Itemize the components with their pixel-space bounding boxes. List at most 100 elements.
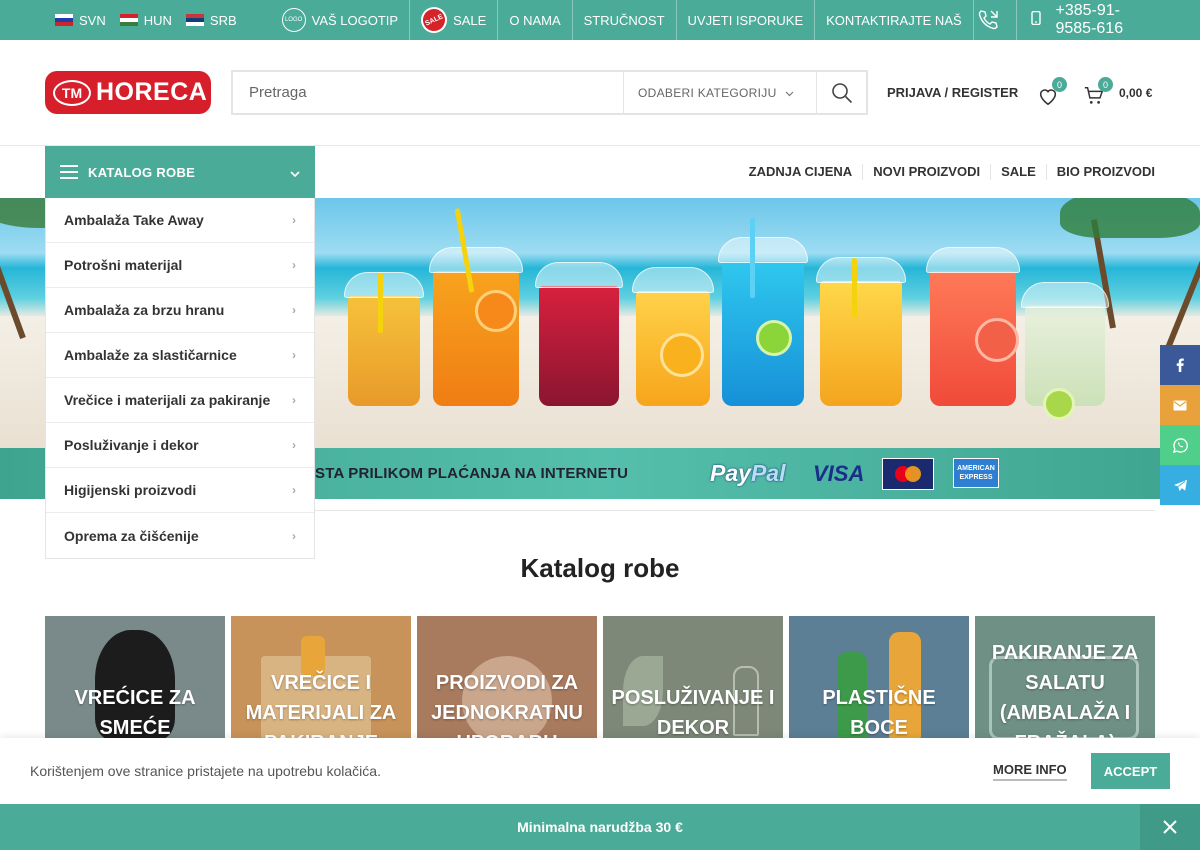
chevron-right-icon: › <box>292 528 296 543</box>
main-nav-zadnja-cijena[interactable]: ZADNJA CIJENA <box>739 164 863 180</box>
category-tile-label: VREĆICE ZA SMEĆE <box>74 687 196 739</box>
drink-cup <box>535 262 623 406</box>
close-button[interactable] <box>1140 804 1200 850</box>
chevron-down-icon <box>785 86 794 100</box>
telegram-button[interactable] <box>1160 465 1200 505</box>
category-tile-label: PLASTIČNE BOCE <box>822 687 936 739</box>
min-order-bar: Minimalna narudžba 30 € <box>0 804 1200 850</box>
category-tile-label: VREČICE I MATERIJALI ZA PAKIRANJE <box>245 672 397 740</box>
search-button[interactable] <box>816 72 866 113</box>
cart-total[interactable]: 0,00 € <box>1119 86 1152 100</box>
cart-button[interactable]: 0 <box>1083 77 1113 107</box>
phone-area: +385-91-9585-616 <box>974 0 1140 40</box>
payment-text: STA PRILIKOM PLAĆANJA NA INTERNETU <box>315 465 629 482</box>
category-tile[interactable]: VREČICE I MATERIJALI ZA PAKIRANJE <box>231 616 411 740</box>
catalog-dropdown-toggle[interactable]: KATALOG ROBE <box>45 146 315 198</box>
palm-leaves <box>1060 198 1200 238</box>
login-register-link[interactable]: PRIJAVA / REGISTER <box>887 85 1018 100</box>
chevron-right-icon: › <box>292 213 296 227</box>
catalog-item-label: Higijenski proizvodi <box>64 482 197 498</box>
chevron-right-icon: › <box>292 258 296 272</box>
min-order-text: Minimalna narudžba 30 € <box>517 819 683 835</box>
search-icon <box>831 82 852 103</box>
logo-word: HORECA <box>96 78 208 106</box>
category-tile-label: PAKIRANJE ZA SALATU (AMBALAŽA I FRAŽALA) <box>991 642 1139 740</box>
catalog-item[interactable]: Higijenski proizvodi › <box>46 468 314 513</box>
category-tile[interactable]: PROIZVODI ZA JEDNOKRATNU UPORABU <box>417 616 597 740</box>
logo-tm: TM <box>53 79 91 106</box>
category-tile-label: PROIZVODI ZA JEDNOKRATNU UPORABU <box>431 672 583 740</box>
top-nav-sale[interactable]: SALE SALE <box>410 0 499 40</box>
logo-badge-icon: LOGO <box>281 8 306 32</box>
catalog-item[interactable]: Posluživanje i dekor › <box>46 423 314 468</box>
telegram-icon <box>1173 479 1187 491</box>
language-label: SVN <box>79 12 106 28</box>
catalog-item[interactable]: Ambalaže za slastičarnice › <box>46 333 314 378</box>
catalog-item[interactable]: Ambalaža Take Away › <box>46 198 314 243</box>
top-nav-strucnost[interactable]: STRUČNOST <box>573 0 677 40</box>
search-input[interactable] <box>233 72 623 113</box>
main-nav-bio-proizvodi[interactable]: BIO PROIZVODI <box>1045 164 1155 180</box>
catalog-item[interactable]: Ambalaža za brzu hranu › <box>46 288 314 333</box>
catalog-item-label: Potrošni materijal <box>64 257 183 273</box>
whatsapp-button[interactable] <box>1160 425 1200 465</box>
category-select[interactable]: ODABERI KATEGORIJU <box>623 72 816 113</box>
lime-slice <box>756 320 792 356</box>
catalog-item-label: Ambalaže za slastičarnice <box>64 347 237 363</box>
section-divider <box>315 510 1155 511</box>
top-nav-kontakt[interactable]: KONTAKTIRAJTE NAŠ <box>815 0 974 40</box>
catalog-item[interactable]: Potrošni materijal › <box>46 243 314 288</box>
category-tile[interactable]: PLASTIČNE BOCE <box>789 616 969 740</box>
cookie-text: Korištenjem ove stranice pristajete na u… <box>30 763 381 779</box>
visa-logo: VISA <box>813 460 865 486</box>
top-nav-logotip[interactable]: LOGO VAŠ LOGOTIP <box>271 0 411 40</box>
main-nav-novi-proizvodi[interactable]: NOVI PROIZVODI <box>862 164 990 180</box>
chevron-right-icon: › <box>292 303 296 317</box>
category-tile[interactable]: PAKIRANJE ZA SALATU (AMBALAŽA I FRAŽALA) <box>975 616 1155 740</box>
language-svn[interactable]: SVN <box>55 13 106 28</box>
catalog-title: KATALOG ROBE <box>88 164 196 180</box>
orange-slice <box>660 333 704 377</box>
orange-slice <box>475 290 517 332</box>
chevron-right-icon: › <box>292 348 296 362</box>
header: TM HORECA ODABERI KATEGORIJU PRIJAVA / R… <box>0 40 1200 146</box>
accept-cookies-button[interactable]: ACCEPT <box>1091 753 1170 789</box>
top-bar: SVN HUN SRB LOGO VAŠ LOGOTIP SALE SALE O… <box>0 0 1200 40</box>
top-nav-o-nama[interactable]: O NAMA <box>498 0 573 40</box>
email-icon <box>1173 400 1187 410</box>
chevron-down-icon <box>290 165 300 180</box>
catalog-item[interactable]: Vrečice i materijali za pakiranje › <box>46 378 314 423</box>
drink-cup <box>816 257 906 406</box>
sale-badge-icon: SALE <box>416 2 452 38</box>
phone-number[interactable]: +385-91-9585-616 <box>1055 2 1140 38</box>
language-label: SRB <box>209 12 237 28</box>
language-srb[interactable]: SRB <box>185 12 237 28</box>
grapefruit-slice <box>975 318 1019 362</box>
email-button[interactable] <box>1160 385 1200 425</box>
phone-call-icon[interactable] <box>974 0 1018 40</box>
drink-cup <box>344 272 424 406</box>
language-hun[interactable]: HUN <box>119 13 172 28</box>
more-info-link[interactable]: MORE INFO <box>993 762 1067 781</box>
wishlist-button[interactable]: 0 <box>1037 77 1067 107</box>
catalog-item-label: Oprema za čišćenije <box>64 527 199 544</box>
close-icon <box>1163 820 1177 834</box>
search-bar: ODABERI KATEGORIJU <box>231 70 868 115</box>
serbia-flag-icon <box>185 14 204 26</box>
straw <box>852 258 857 318</box>
facebook-button[interactable] <box>1160 345 1200 385</box>
top-nav-label: KONTAKTIRAJTE NAŠ <box>826 12 962 28</box>
category-tile[interactable]: POSLUŽIVANJE I DEKOR <box>603 616 783 740</box>
catalog-item[interactable]: Oprema za čišćenije › <box>46 513 314 558</box>
category-tile[interactable]: VREĆICE ZA SMEĆE <box>45 616 225 740</box>
top-nav-label: VAŠ LOGOTIP <box>311 12 399 28</box>
top-nav-uvjeti[interactable]: UVJETI ISPORUKE <box>677 0 816 40</box>
site-logo[interactable]: TM HORECA <box>45 71 211 114</box>
paypal-logo: PayPal <box>710 460 786 486</box>
catalog-menu: Ambalaža Take Away › Potrošni materijal › … <box>45 198 315 559</box>
hungary-flag-icon <box>119 14 138 26</box>
main-nav-sale[interactable]: SALE <box>990 164 1046 180</box>
category-select-label: ODABERI KATEGORIJU <box>638 85 777 100</box>
language-switcher: SVN HUN SRB <box>55 13 237 28</box>
top-nav: LOGO VAŠ LOGOTIP SALE SALE O NAMA STRUČN… <box>271 0 974 40</box>
